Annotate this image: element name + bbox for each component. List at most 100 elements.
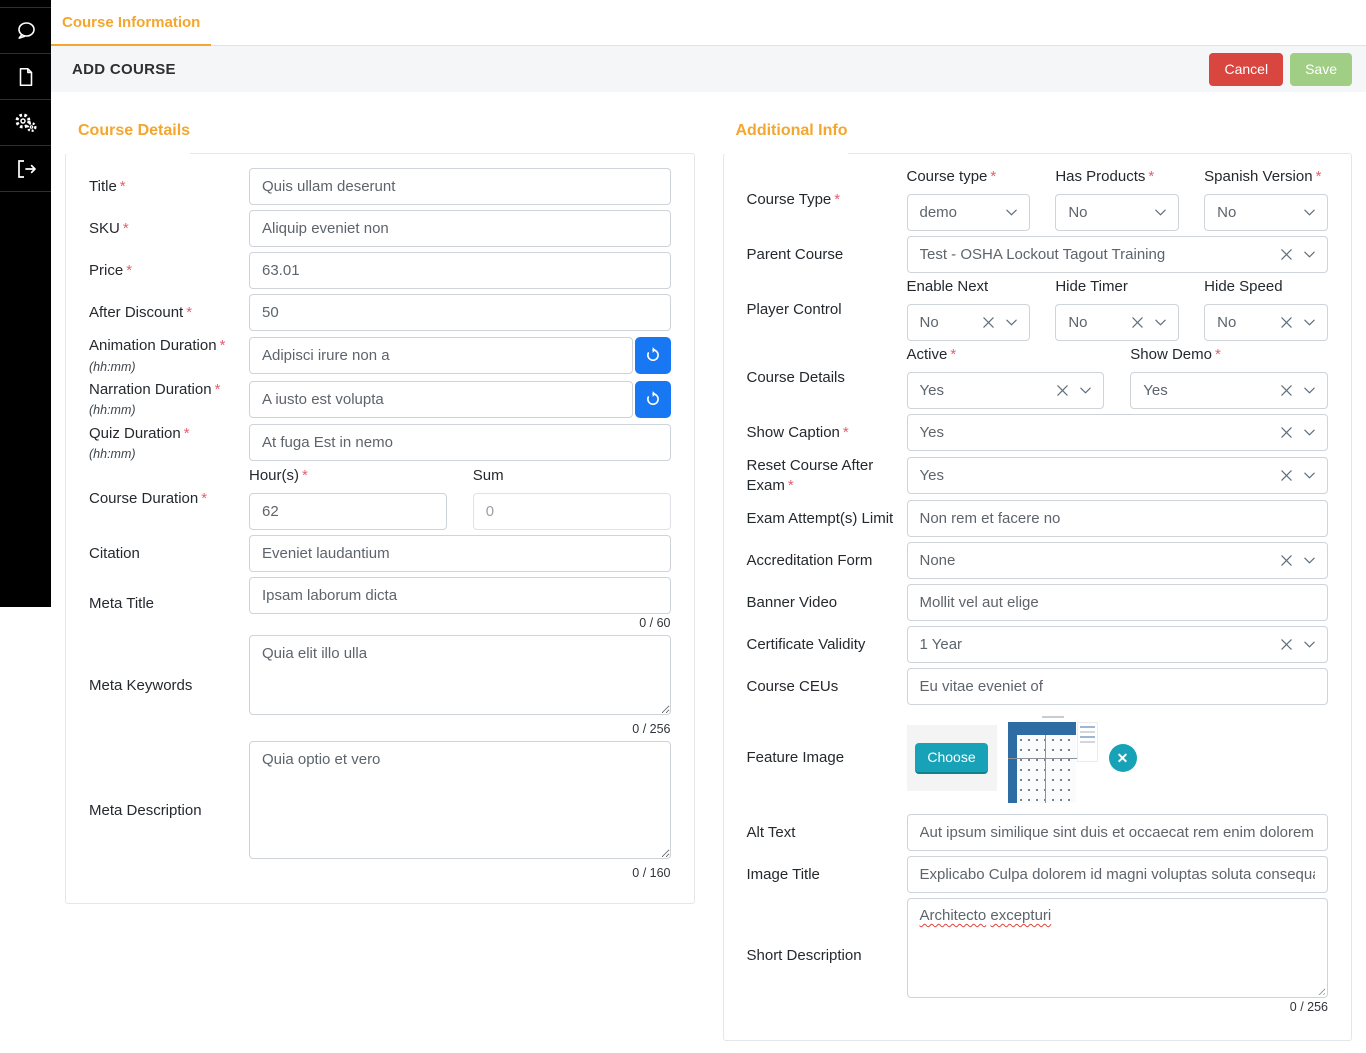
narration-duration-label: Narration Duration <box>89 381 212 398</box>
additional-info-panel-body: Course Type* Course type* demo Has Produ… <box>723 153 1353 1041</box>
certificate-validity-value: 1 Year <box>920 636 1275 653</box>
sum-input <box>473 493 671 530</box>
hide-speed-label: Hide Speed <box>1204 278 1328 295</box>
thumbnail-topbar <box>1008 713 1098 722</box>
sidebar-item-settings[interactable] <box>0 100 51 146</box>
chevron-down-icon[interactable] <box>1303 426 1316 439</box>
required-marker: * <box>123 220 129 237</box>
sku-input[interactable] <box>249 210 671 247</box>
hide-timer-select[interactable]: No <box>1055 304 1179 341</box>
chevron-down-icon[interactable] <box>1303 469 1316 482</box>
field-row-course-type-group: Course Type* Course type* demo Has Produ… <box>747 168 1329 231</box>
chevron-down-icon[interactable] <box>1005 316 1018 329</box>
accreditation-form-select[interactable]: None <box>907 542 1329 579</box>
banner-video-input[interactable] <box>907 584 1329 621</box>
chevron-down-icon[interactable] <box>1303 554 1316 567</box>
chevron-down-icon[interactable] <box>1303 638 1316 651</box>
field-row-parent-course: Parent Course Test - OSHA Lockout Tagout… <box>747 236 1329 273</box>
narration-duration-input[interactable] <box>249 381 633 418</box>
hide-speed-select[interactable]: No <box>1204 304 1328 341</box>
field-row-player-control: Player Control Enable Next No <box>747 278 1329 341</box>
required-marker: * <box>834 191 840 208</box>
spanish-version-select[interactable]: No <box>1204 194 1328 231</box>
cancel-button[interactable]: Cancel <box>1209 53 1283 86</box>
choose-file-button[interactable]: Choose <box>915 743 987 774</box>
banner-video-label: Banner Video <box>747 593 907 613</box>
chevron-down-icon[interactable] <box>1079 384 1092 397</box>
chevron-down-icon[interactable] <box>1005 206 1018 219</box>
chevron-down-icon[interactable] <box>1303 248 1316 261</box>
short-description-label: Short Description <box>747 946 907 966</box>
clear-icon[interactable] <box>1280 554 1293 567</box>
active-select[interactable]: Yes <box>907 372 1105 409</box>
short-description-textarea[interactable]: Architecto excepturi <box>907 898 1329 998</box>
clear-icon[interactable] <box>1131 316 1144 329</box>
spanish-version-value: No <box>1217 204 1297 221</box>
hide-speed-value: No <box>1217 314 1274 331</box>
required-marker: * <box>215 381 221 398</box>
citation-input[interactable] <box>249 535 671 572</box>
required-marker: * <box>186 304 192 321</box>
animation-duration-refresh-button[interactable] <box>635 337 671 374</box>
narration-duration-refresh-button[interactable] <box>635 381 671 418</box>
reset-course-after-exam-label: Reset Course After Exam <box>747 457 874 494</box>
sidebar-item-chat[interactable] <box>0 8 51 54</box>
logout-icon <box>14 157 38 181</box>
course-details-panel: Course Details Title* SKU* Price* After … <box>65 122 695 904</box>
after-discount-input[interactable] <box>249 294 671 331</box>
sidebar-item-logout[interactable] <box>0 146 51 192</box>
show-demo-select[interactable]: Yes <box>1130 372 1328 409</box>
sidebar-item-documents[interactable] <box>0 54 51 100</box>
meta-description-textarea[interactable]: Quia optio et vero <box>249 741 671 859</box>
exam-attempts-limit-input[interactable] <box>907 500 1329 537</box>
required-marker: * <box>1215 346 1221 363</box>
meta-title-input[interactable] <box>249 577 671 614</box>
price-input[interactable] <box>249 252 671 289</box>
alt-text-label: Alt Text <box>747 823 907 843</box>
show-caption-select[interactable]: Yes <box>907 414 1329 451</box>
chevron-down-icon[interactable] <box>1154 206 1167 219</box>
document-icon <box>15 66 37 88</box>
clear-icon[interactable] <box>1056 384 1069 397</box>
clear-icon[interactable] <box>1280 316 1293 329</box>
thumbnail-sidebar <box>1008 722 1017 803</box>
show-caption-label: Show Caption <box>747 424 840 441</box>
meta-keywords-textarea[interactable]: Quia elit illo ulla <box>249 635 671 715</box>
clear-icon[interactable] <box>1280 469 1293 482</box>
title-input[interactable] <box>249 168 671 205</box>
clear-icon[interactable] <box>1280 638 1293 651</box>
chevron-down-icon[interactable] <box>1303 316 1316 329</box>
reset-course-after-exam-value: Yes <box>920 467 1275 484</box>
field-row-image-title: Image Title <box>747 856 1329 893</box>
parent-course-select[interactable]: Test - OSHA Lockout Tagout Training <box>907 236 1329 273</box>
certificate-validity-select[interactable]: 1 Year <box>907 626 1329 663</box>
hide-timer-value: No <box>1068 314 1125 331</box>
clear-icon[interactable] <box>1280 384 1293 397</box>
spanish-version-label: Spanish Version <box>1204 168 1312 185</box>
field-row-animation-duration: Animation Duration* (hh:mm) <box>89 336 671 375</box>
course-ceus-input[interactable] <box>907 668 1329 705</box>
reset-course-after-exam-select[interactable]: Yes <box>907 457 1329 494</box>
clear-icon[interactable] <box>982 316 995 329</box>
enable-next-select[interactable]: No <box>907 304 1031 341</box>
hours-input[interactable] <box>249 493 447 530</box>
form-panels: Course Details Title* SKU* Price* After … <box>51 92 1366 1041</box>
after-discount-label: After Discount <box>89 304 183 321</box>
chevron-down-icon[interactable] <box>1303 206 1316 219</box>
clear-icon[interactable] <box>1280 426 1293 439</box>
chevron-down-icon[interactable] <box>1154 316 1167 329</box>
field-row-quiz-duration: Quiz Duration* (hh:mm) <box>89 424 671 463</box>
course-type-select[interactable]: demo <box>907 194 1031 231</box>
has-products-label: Has Products <box>1055 168 1145 185</box>
has-products-select[interactable]: No <box>1055 194 1179 231</box>
field-row-certificate-validity: Certificate Validity 1 Year <box>747 626 1329 663</box>
animation-duration-input[interactable] <box>249 337 633 374</box>
tab-course-information[interactable]: Course Information <box>51 0 211 46</box>
chevron-down-icon[interactable] <box>1303 384 1316 397</box>
clear-icon[interactable] <box>1280 248 1293 261</box>
save-button[interactable]: Save <box>1290 53 1352 86</box>
remove-image-button[interactable]: ✕ <box>1109 744 1137 772</box>
alt-text-input[interactable] <box>907 814 1329 851</box>
image-title-input[interactable] <box>907 856 1329 893</box>
quiz-duration-input[interactable] <box>249 424 671 461</box>
